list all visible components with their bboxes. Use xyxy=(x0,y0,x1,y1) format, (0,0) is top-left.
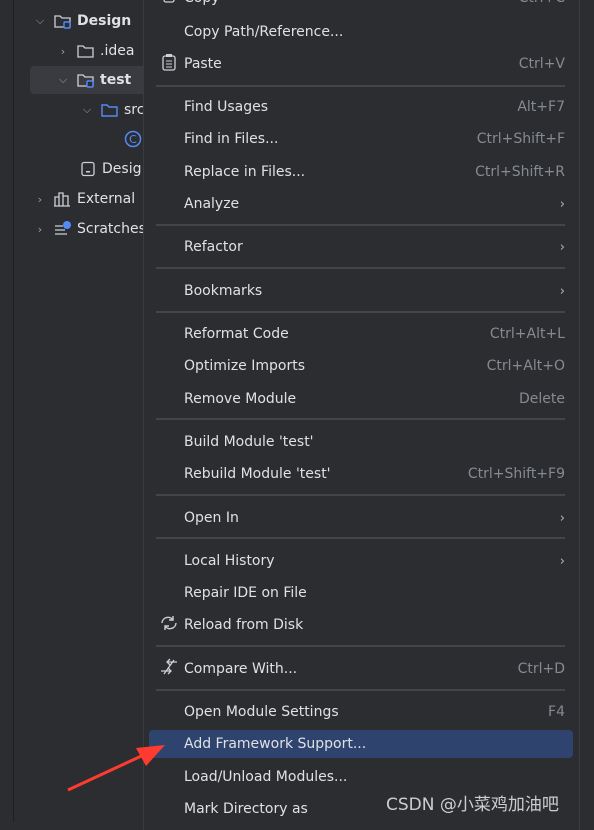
watermark: CSDN @小菜鸡加油吧 xyxy=(386,795,559,815)
red-arrow-annotation xyxy=(67,745,165,792)
